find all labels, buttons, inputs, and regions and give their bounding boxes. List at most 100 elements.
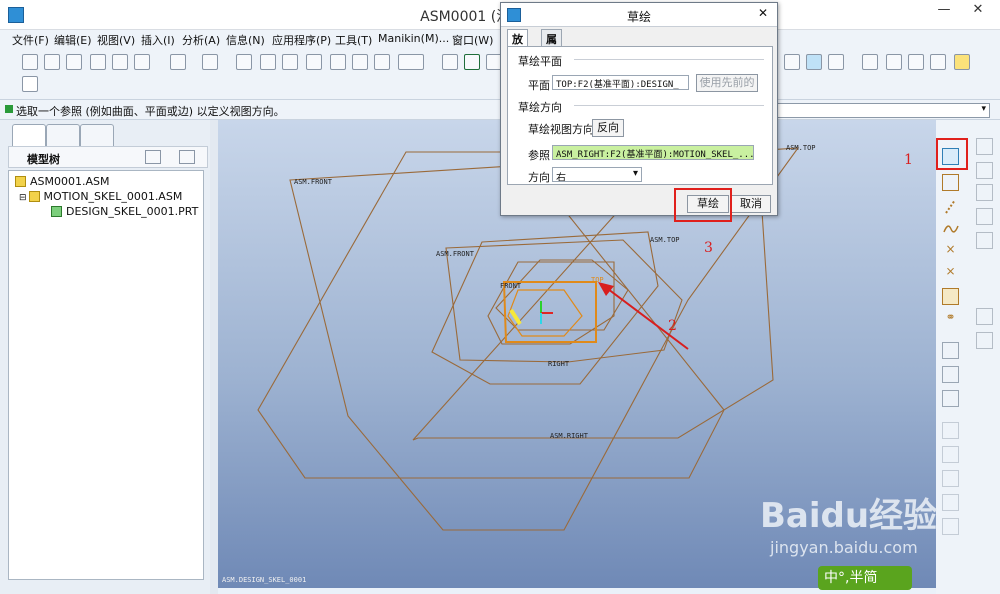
tree-filters-icon[interactable] xyxy=(179,150,195,164)
divider xyxy=(574,105,764,106)
plane-label: 平面 xyxy=(528,79,550,92)
menu-insert[interactable]: 插入(I) xyxy=(141,32,175,48)
menu-manikin[interactable]: Manikin(M)... xyxy=(378,32,449,45)
cut-icon[interactable] xyxy=(236,54,252,70)
wireframe-icon[interactable] xyxy=(784,54,800,70)
use-previous-button[interactable]: 使用先前的 xyxy=(696,74,758,92)
menu-info[interactable]: 信息(N) xyxy=(226,32,265,48)
sketch-orientation-section: 草绘方向 xyxy=(518,101,562,114)
panel-splitter[interactable] xyxy=(210,120,218,594)
datum-label: FRONT xyxy=(500,282,522,290)
annotation-number: 3 xyxy=(704,240,713,256)
flip-direction-button[interactable]: 反向 xyxy=(592,119,624,137)
sketch-plane-icon[interactable] xyxy=(442,54,458,70)
shell-icon[interactable] xyxy=(976,308,993,325)
paste-icon[interactable] xyxy=(282,54,298,70)
blend-icon[interactable] xyxy=(976,208,993,225)
menu-tools[interactable]: 工具(T) xyxy=(335,32,372,48)
menu-applications[interactable]: 应用程序(P) xyxy=(272,32,331,48)
plane-reference-field[interactable]: TOP:F2(基准平面):DESIGN_ xyxy=(552,75,689,90)
open-file-icon[interactable] xyxy=(44,54,60,70)
collapse-icon[interactable]: ⊟ xyxy=(19,193,27,203)
datum-label: ASM.FRONT xyxy=(436,250,475,258)
connector-icon[interactable]: ⚭ xyxy=(942,310,959,327)
tab-properties[interactable]: 属性 xyxy=(541,29,562,62)
model-tree-header: 模型树 xyxy=(8,146,208,168)
assembly-icon xyxy=(15,176,26,187)
regenerate-icon[interactable] xyxy=(330,54,346,70)
view-direction-label: 草绘视图方向 xyxy=(528,123,594,136)
find-icon[interactable] xyxy=(374,54,390,70)
print-preview-icon[interactable] xyxy=(112,54,128,70)
minimize-button[interactable]: — xyxy=(928,0,960,22)
datum-point-display-icon[interactable] xyxy=(908,54,924,70)
datum-plane-icon[interactable] xyxy=(942,174,959,191)
close-window-button[interactable]: ✕ xyxy=(962,0,994,22)
sketch-plane-section: 草绘平面 xyxy=(518,55,562,68)
watermark-brand: Baidu经验 xyxy=(760,496,938,536)
coordinate-system-icon[interactable]: ⨯ xyxy=(942,264,959,281)
print-icon[interactable] xyxy=(90,54,106,70)
dialog-title-bar: 草绘 ✕ xyxy=(501,3,777,27)
help-icon[interactable] xyxy=(22,76,38,92)
cancel-button[interactable]: 取消 xyxy=(731,195,771,213)
tab-folder-browser[interactable] xyxy=(46,124,80,146)
orientation-select[interactable]: 右 ▾ xyxy=(552,167,642,182)
orientation-label: 方向 xyxy=(528,171,550,184)
save-icon[interactable] xyxy=(66,54,82,70)
model-player-icon[interactable] xyxy=(352,54,368,70)
tree-node[interactable]: ⊟ MOTION_SKEL_0001.ASM xyxy=(19,190,182,204)
selection-filter-dropdown[interactable]: ▾ xyxy=(760,103,990,118)
shading-icon[interactable] xyxy=(806,54,822,70)
merge-icon[interactable] xyxy=(942,366,959,383)
analysis-feature-icon[interactable] xyxy=(942,288,959,305)
sketch-tool-icon[interactable] xyxy=(464,54,480,70)
tab-favorites[interactable] xyxy=(80,124,114,146)
datum-point-icon[interactable]: × xyxy=(942,242,959,259)
revolve-icon[interactable] xyxy=(976,162,993,179)
dialog-close-button[interactable]: ✕ xyxy=(753,6,773,22)
ime-indicator[interactable]: 中°,半简 xyxy=(818,566,912,590)
status-message: 选取一个参照 (例如曲面、平面或边) 以定义视图方向。 xyxy=(16,105,285,118)
coordinate-system-display-icon[interactable] xyxy=(930,54,946,70)
menu-view[interactable]: 视图(V) xyxy=(97,32,135,48)
extrude-icon[interactable] xyxy=(976,138,993,155)
round-icon[interactable] xyxy=(942,446,959,463)
datum-label: ASM.TOP xyxy=(650,236,680,244)
datum-curve-icon[interactable] xyxy=(942,220,959,237)
undo-icon[interactable] xyxy=(170,54,186,70)
chamfer-icon[interactable] xyxy=(942,470,959,487)
copy-icon[interactable] xyxy=(260,54,276,70)
datum-label: ASM.FRONT xyxy=(294,178,333,186)
tree-node[interactable]: ASM0001.ASM xyxy=(15,175,110,189)
rib-icon[interactable] xyxy=(976,332,993,349)
menu-analysis[interactable]: 分析(A) xyxy=(182,32,220,48)
selection-filter-icon[interactable] xyxy=(398,54,424,70)
tab-model-tree[interactable] xyxy=(12,124,46,146)
redo-icon[interactable] xyxy=(202,54,218,70)
tab-placement[interactable]: 放置 xyxy=(507,29,528,62)
tree-node[interactable]: DESIGN_SKEL_0001.PRT xyxy=(51,205,198,219)
model-tree: ASM0001.ASM ⊟ MOTION_SKEL_0001.ASM DESIGN… xyxy=(8,170,204,580)
datum-plane-display-icon[interactable] xyxy=(862,54,878,70)
trim-icon[interactable] xyxy=(942,390,959,407)
paste-special-icon[interactable] xyxy=(306,54,322,70)
menu-window[interactable]: 窗口(W) xyxy=(452,32,493,48)
copy-geometry-icon[interactable] xyxy=(942,342,959,359)
tree-settings-icon[interactable] xyxy=(145,150,161,164)
menu-edit[interactable]: 编辑(E) xyxy=(54,32,92,48)
email-icon[interactable] xyxy=(134,54,150,70)
menu-file[interactable]: 文件(F) xyxy=(12,32,49,48)
datum-axis-icon[interactable] xyxy=(942,198,959,215)
hole-icon[interactable] xyxy=(942,422,959,439)
boundary-blend-icon[interactable] xyxy=(976,232,993,249)
new-file-icon[interactable] xyxy=(22,54,38,70)
watermark-url: jingyan.baidu.com xyxy=(770,538,918,557)
appearance-icon[interactable] xyxy=(828,54,844,70)
sweep-icon[interactable] xyxy=(976,184,993,201)
reference-label: 参照 xyxy=(528,149,550,162)
annotation-display-icon[interactable] xyxy=(954,54,970,70)
highlight-box-sketch-button xyxy=(674,188,732,222)
datum-axis-display-icon[interactable] xyxy=(886,54,902,70)
orientation-reference-field[interactable]: ASM_RIGHT:F2(基准平面):MOTION_SKEL_... xyxy=(552,145,754,160)
